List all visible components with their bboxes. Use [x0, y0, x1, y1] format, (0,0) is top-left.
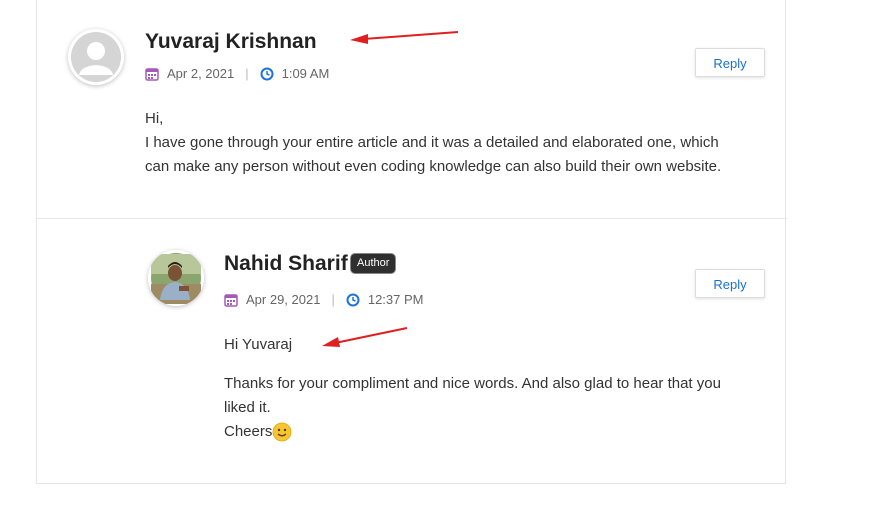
comment-date: Apr 29, 2021 [246, 292, 321, 307]
comment-time: 12:37 PM [367, 292, 424, 307]
comment-line: Hi, [145, 110, 164, 127]
author-avatar [148, 250, 204, 306]
clock-icon [260, 67, 274, 80]
reply-button[interactable]: Reply [695, 269, 765, 298]
smiley-emoji-icon [272, 422, 292, 442]
comment-greeting: Hi Yuvaraj [224, 336, 293, 353]
comment-line: can make any person without even coding … [145, 158, 722, 175]
comment-divider [37, 218, 787, 219]
default-avatar-icon [68, 29, 124, 85]
author-badge: Author [351, 254, 396, 273]
comment-line: Thanks for your compliment and nice word… [224, 375, 721, 392]
comment-body: Hi, I have gone through your entire arti… [145, 107, 765, 179]
comment-author-name: Nahid Sharif [224, 252, 348, 275]
comment-line: liked it. [224, 399, 271, 416]
meta-separator: | [245, 66, 249, 81]
comment-time: 1:09 AM [281, 66, 330, 81]
comment-line: I have gone through your entire article … [145, 134, 719, 151]
comment-signoff-line: Cheers [224, 420, 764, 444]
comment-body: Thanks for your compliment and nice word… [224, 372, 764, 444]
comment-date: Apr 2, 2021 [167, 66, 235, 81]
comment-meta: Apr 2, 2021 | 1:09 AM [145, 66, 329, 81]
meta-separator: | [331, 292, 335, 307]
calendar-icon [145, 67, 159, 81]
reply-button[interactable]: Reply [695, 48, 765, 77]
calendar-icon [224, 293, 238, 307]
clock-icon [346, 293, 360, 306]
comment-author-name: Yuvaraj Krishnan [145, 30, 317, 53]
comment-signoff: Cheers [224, 423, 273, 440]
comment-meta: Apr 29, 2021 | 12:37 PM [224, 292, 424, 307]
